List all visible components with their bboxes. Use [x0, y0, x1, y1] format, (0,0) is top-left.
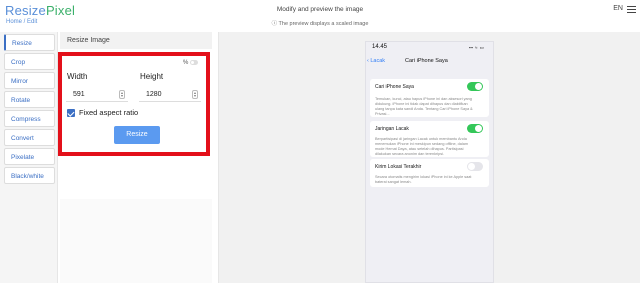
card-desc-line: baterai sangat lemah.: [375, 180, 412, 184]
toggle-switch-icon: [467, 162, 483, 171]
sidebar-item-rotate[interactable]: Rotate: [4, 91, 55, 108]
toggle-switch-icon: [467, 124, 483, 133]
card-description: Secara otomatis mengirim lokasi iPhone i…: [375, 175, 487, 185]
hamburger-menu-icon[interactable]: [627, 6, 636, 13]
height-value: 1280: [146, 91, 162, 98]
card-desc-line: dilakukan secara anonim dan terenkripsi.: [375, 152, 445, 156]
panel-title: Resize Image: [67, 37, 110, 44]
tool-sidebar: Resize Crop Mirror Rotate Compress Conve…: [0, 32, 58, 283]
card-title: Jaringan Lacak: [375, 126, 409, 132]
phone-card-find-network: Jaringan Lacak Berpartisipasi di jaringa…: [370, 121, 489, 157]
sidebar-item-compress[interactable]: Compress: [4, 110, 55, 127]
sidebar-item-convert[interactable]: Convert: [4, 129, 55, 146]
language-selector[interactable]: EN: [613, 5, 623, 12]
phone-card-find-iphone: Cari iPhone Saya Temukan, kunci, atau ha…: [370, 79, 489, 117]
aspect-ratio-label[interactable]: Fixed aspect ratio: [79, 108, 138, 117]
width-stepper-icon[interactable]: [119, 90, 125, 99]
top-bar: ResizePixel Home / Edit Modify and previ…: [0, 0, 640, 30]
card-description: Berpartisipasi di jaringan Lacak untuk m…: [375, 137, 487, 157]
card-desc-line: ulang tanpa kata sandi Anda. Tentang Car…: [375, 107, 473, 111]
width-value: 591: [73, 91, 85, 98]
height-stepper-icon[interactable]: [192, 90, 198, 99]
phone-back-link: ‹ Lacak: [367, 58, 386, 64]
sidebar-item-mirror[interactable]: Mirror: [4, 72, 55, 89]
card-title: Kirim Lokasi Terakhir: [375, 164, 422, 170]
card-desc-line: Privasi...: [375, 112, 390, 116]
aspect-ratio-checkbox[interactable]: [67, 109, 75, 117]
page-title: Modify and preview the image: [276, 6, 364, 13]
resize-button[interactable]: Resize: [114, 126, 160, 144]
width-input[interactable]: 591: [66, 87, 128, 102]
phone-time: 14.45: [372, 44, 388, 50]
phone-status-icons: ▪▪ ≈ ▭: [469, 45, 485, 50]
height-input[interactable]: 1280: [139, 87, 201, 102]
width-label: Width: [67, 72, 88, 81]
percent-toggle[interactable]: [190, 60, 198, 65]
phone-screen-title: Cari iPhone Saya: [405, 58, 448, 64]
sidebar-item-crop[interactable]: Crop: [4, 53, 55, 70]
sidebar-item-resize[interactable]: Resize: [4, 34, 55, 51]
panel-header: Resize Image: [60, 32, 212, 49]
sidebar-item-black-white[interactable]: Black/white: [4, 167, 55, 184]
card-description: Temukan, kunci, atau hapus iPhone ini da…: [375, 97, 487, 117]
phone-card-send-last-location: Kirim Lokasi Terakhir Secara otomatis me…: [370, 159, 489, 187]
sidebar-item-pixelate[interactable]: Pixelate: [4, 148, 55, 165]
preview-note: ⓘ The preview displays a scaled image: [271, 21, 369, 27]
percent-icon: %: [183, 60, 189, 66]
height-label: Height: [140, 72, 164, 81]
card-title: Cari iPhone Saya: [375, 84, 414, 90]
toggle-switch-icon: [467, 82, 483, 91]
